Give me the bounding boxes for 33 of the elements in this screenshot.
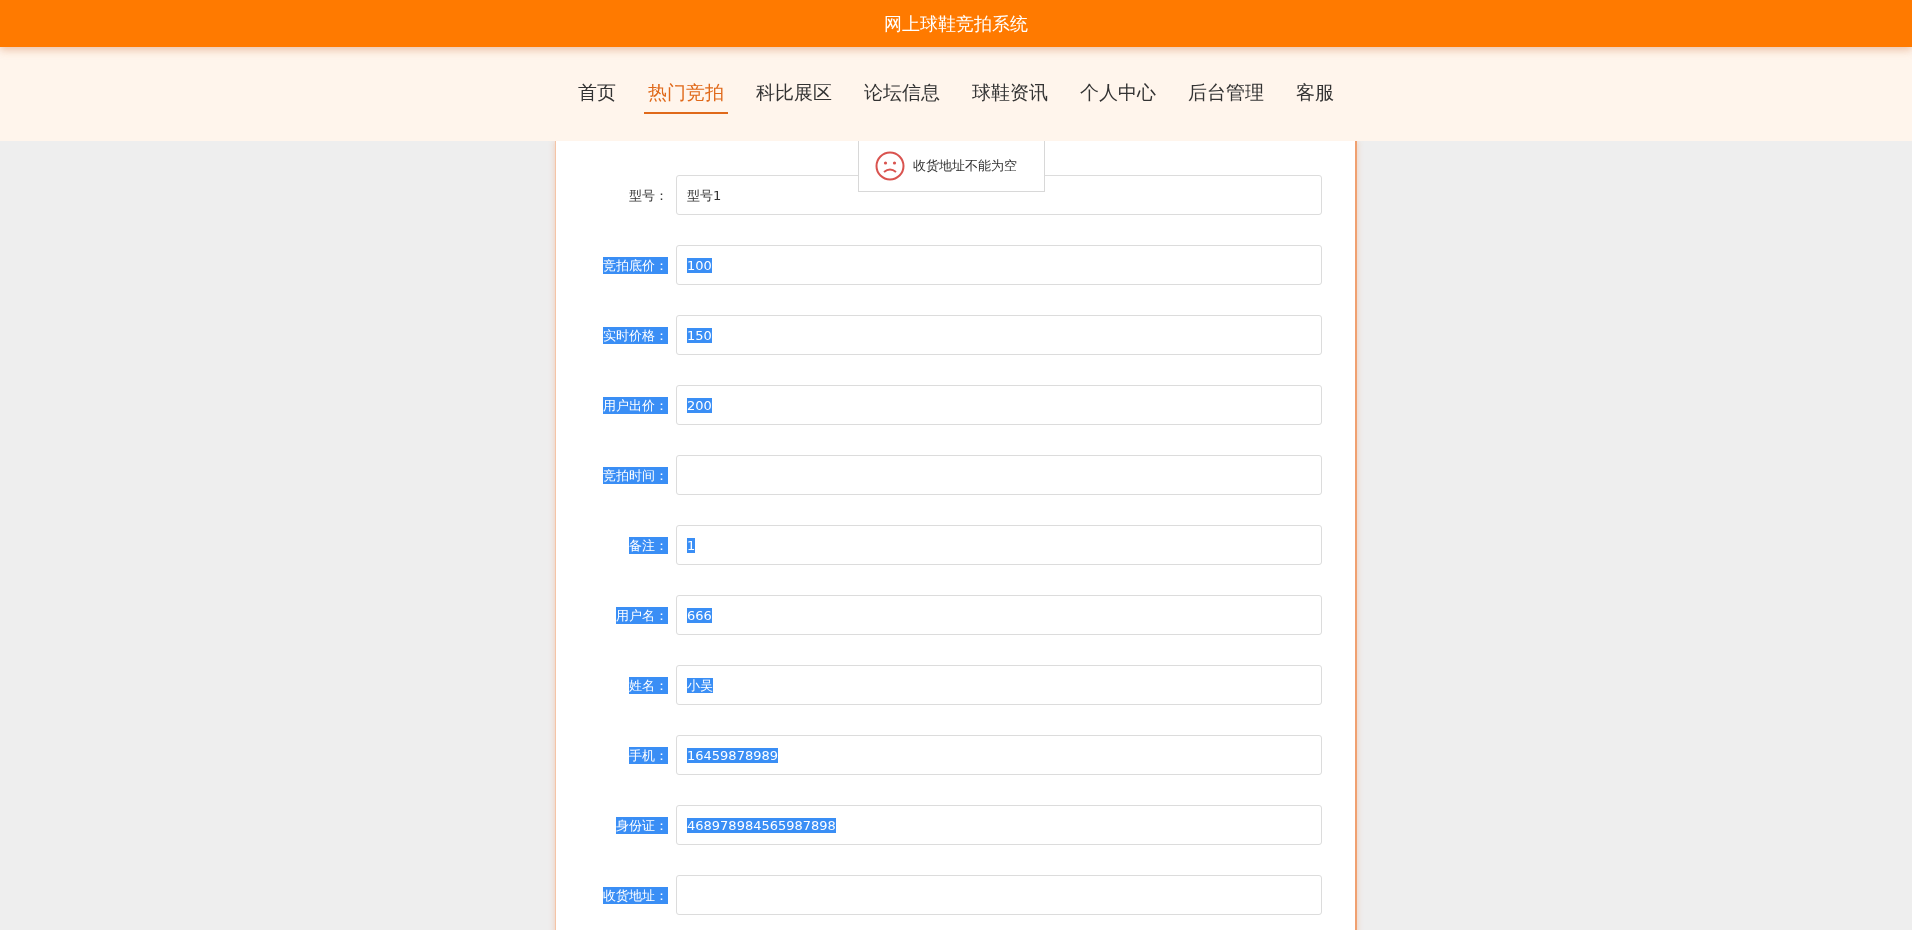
field-label: 手机： bbox=[629, 747, 668, 764]
input-field[interactable]: 型号1 bbox=[676, 175, 1322, 215]
field-label: 用户名： bbox=[616, 607, 668, 624]
nav-link[interactable]: 客服 bbox=[1292, 73, 1338, 115]
input-field[interactable]: 1 bbox=[676, 525, 1322, 565]
input-field[interactable]: 200 bbox=[676, 385, 1322, 425]
field-label: 收货地址： bbox=[603, 887, 668, 904]
input-field[interactable] bbox=[676, 875, 1322, 915]
sad-face-icon bbox=[875, 151, 905, 181]
input-field[interactable]: 666 bbox=[676, 595, 1322, 635]
input-field[interactable]: 150 bbox=[676, 315, 1322, 355]
field-label: 型号： bbox=[629, 187, 668, 204]
nav-link[interactable]: 首页 bbox=[574, 73, 620, 115]
input-field[interactable] bbox=[676, 455, 1322, 495]
nav-link[interactable]: 热门竞拍 bbox=[644, 73, 728, 115]
nav-link[interactable]: 球鞋资讯 bbox=[968, 73, 1052, 115]
input-field[interactable]: 468978984565987898 bbox=[676, 805, 1322, 845]
input-field[interactable]: 100 bbox=[676, 245, 1322, 285]
site-title: 网上球鞋竞拍系统 bbox=[884, 12, 1028, 36]
field-label: 用户出价： bbox=[603, 397, 668, 414]
error-message: 收货地址不能为空 bbox=[913, 157, 1017, 176]
field-label: 竞拍时间： bbox=[603, 467, 668, 484]
nav-link[interactable]: 论坛信息 bbox=[860, 73, 944, 115]
nav-link[interactable]: 后台管理 bbox=[1184, 73, 1268, 115]
nav-link[interactable]: 个人中心 bbox=[1076, 73, 1160, 115]
field-label: 姓名： bbox=[629, 677, 668, 694]
input-field[interactable]: 16459878989 bbox=[676, 735, 1322, 775]
field-label: 备注： bbox=[629, 537, 668, 554]
field-label: 竞拍底价： bbox=[603, 257, 668, 274]
field-label: 实时价格： bbox=[603, 327, 668, 344]
field-label: 身份证： bbox=[616, 817, 668, 834]
nav-link[interactable]: 科比展区 bbox=[752, 73, 836, 115]
input-field[interactable]: 小吴 bbox=[676, 665, 1322, 705]
